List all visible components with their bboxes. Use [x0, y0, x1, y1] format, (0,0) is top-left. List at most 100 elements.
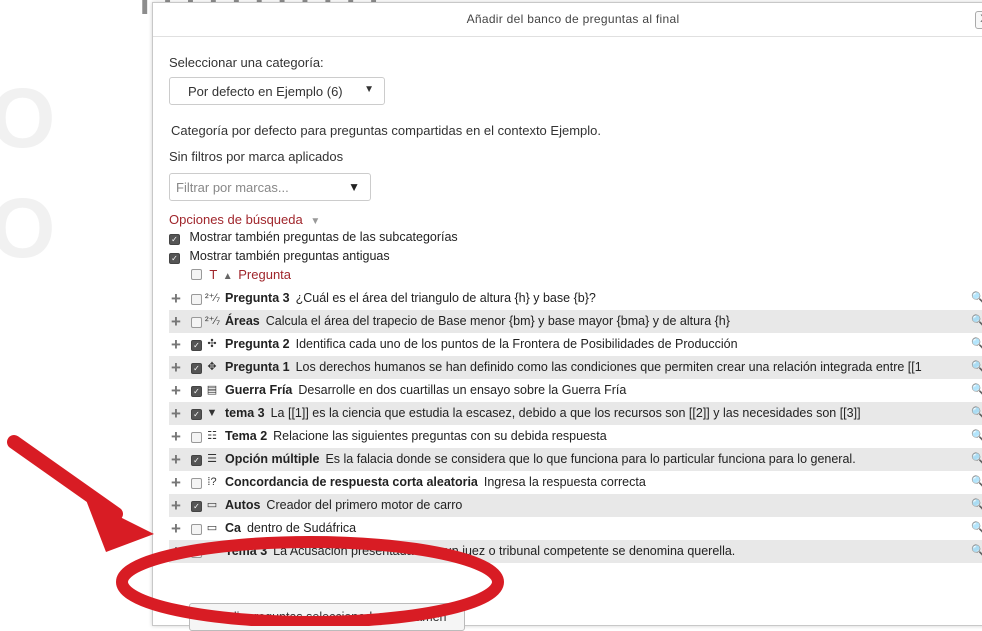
old-questions-option[interactable]: ✓ Mostrar también preguntas antiguas — [169, 249, 390, 264]
add-question-icon[interactable]: + — [171, 402, 181, 425]
question-row[interactable]: + ²⁺⁄₇ Áreas Calcula el área del trapecio d… — [169, 310, 982, 333]
category-label: Seleccionar una categoría: — [169, 55, 324, 70]
dialog-titlebar: Añadir del banco de preguntas al final X — [153, 3, 982, 37]
random-match-icon: ⁞? — [207, 476, 217, 488]
drag-drop-image-icon: ✥ — [207, 361, 217, 373]
question-row[interactable]: + ✓ ▤ Guerra Fría Desarrolle en dos cuartill… — [169, 379, 982, 402]
question-text: Creador del primero motor de carro — [266, 498, 463, 512]
question-title: Ca — [225, 521, 241, 535]
category-select[interactable]: Por defecto en Ejemplo (6) ▼ — [169, 77, 385, 105]
question-title: Pregunta 1 — [225, 360, 290, 374]
preview-magnifier-icon[interactable]: 🔍 — [971, 471, 982, 494]
matching-icon: ☷ — [207, 430, 217, 442]
question-checkbox[interactable]: ✓ — [191, 455, 202, 466]
category-select-value: Por defecto en Ejemplo (6) — [188, 84, 343, 99]
add-question-icon[interactable]: + — [171, 448, 181, 471]
add-question-icon[interactable]: + — [171, 540, 181, 563]
question-checkbox[interactable] — [191, 524, 202, 535]
question-name: tema 3 La [[1]] es la ciencia que estudia… — [225, 402, 861, 425]
tag-filter-select[interactable]: Filtrar por marcas... ▼ — [169, 173, 371, 201]
question-title: tema 3 — [225, 406, 265, 420]
question-checkbox[interactable] — [191, 547, 202, 558]
preview-magnifier-icon[interactable]: 🔍 — [971, 517, 982, 540]
question-list: + ²⁺⁄₇ Pregunta 3 ¿Cuál es el área del tria… — [169, 287, 982, 563]
question-name: Guerra Fría Desarrolle en dos cuartillas … — [225, 379, 626, 402]
preview-magnifier-icon[interactable]: 🔍 — [971, 287, 982, 310]
question-row[interactable]: + ☷ Tema 2 Relacione las siguientes pregunt… — [169, 425, 982, 448]
add-question-icon[interactable]: + — [171, 356, 181, 379]
question-name: Ca dentro de Sudáfrica — [225, 517, 356, 540]
question-name: Concordancia de respuesta corta aleatori… — [225, 471, 646, 494]
question-row[interactable]: + ✓ ▼ tema 3 La [[1]] es la ciencia que estu… — [169, 402, 982, 425]
true-false-icon: •• — [208, 545, 216, 557]
question-row[interactable]: + ✓ ▭ Autos Creador del primero motor de car… — [169, 494, 982, 517]
question-name: Pregunta 1 Los derechos humanos se han de… — [225, 356, 922, 379]
select-all-checkbox[interactable] — [191, 269, 202, 280]
chevron-down-icon: ▼ — [364, 84, 374, 95]
preview-magnifier-icon[interactable]: 🔍 — [971, 333, 982, 356]
add-question-icon[interactable]: + — [171, 310, 181, 333]
question-checkbox[interactable]: ✓ — [191, 386, 202, 397]
add-question-icon[interactable]: + — [171, 494, 181, 517]
search-options-label: Opciones de búsqueda — [169, 212, 303, 227]
essay-icon: ▤ — [206, 384, 218, 396]
search-options-toggle[interactable]: Opciones de búsqueda ▼ — [169, 212, 320, 227]
subcategories-checkbox[interactable]: ✓ — [169, 234, 180, 245]
question-row[interactable]: + •• Tema 3 La Acusación presentada ante un… — [169, 540, 982, 563]
question-name: Tema 3 La Acusación presentada ante un ju… — [225, 540, 735, 563]
table-header: T ▲ Pregunta — [191, 267, 291, 282]
tag-filter-placeholder: Filtrar por marcas... — [176, 180, 289, 195]
question-text: Relacione las siguientes preguntas con s… — [273, 429, 607, 443]
calculated-icon: ²⁺⁄₇ — [205, 292, 221, 304]
add-question-icon[interactable]: + — [171, 517, 181, 540]
question-checkbox[interactable] — [191, 478, 202, 489]
subcategories-label: Mostrar también preguntas de las subcate… — [189, 230, 458, 244]
preview-magnifier-icon[interactable]: 🔍 — [971, 310, 982, 333]
preview-magnifier-icon[interactable]: 🔍 — [971, 402, 982, 425]
add-question-icon[interactable]: + — [171, 333, 181, 356]
question-checkbox[interactable]: ✓ — [191, 363, 202, 374]
question-name: Áreas Calcula el área del trapecio de Bas… — [225, 310, 730, 333]
add-question-icon[interactable]: + — [171, 471, 181, 494]
select-missing-words-icon: ▼ — [206, 407, 218, 419]
old-questions-checkbox[interactable]: ✓ — [169, 253, 180, 264]
dialog-title: Añadir del banco de preguntas al final — [466, 12, 680, 26]
question-text: Desarrolle en dos cuartillas un ensayo s… — [298, 383, 627, 397]
background-watermark-1: O — [0, 71, 60, 165]
preview-magnifier-icon[interactable]: 🔍 — [971, 356, 982, 379]
question-checkbox[interactable] — [191, 294, 202, 305]
question-checkbox[interactable] — [191, 317, 202, 328]
preview-magnifier-icon[interactable]: 🔍 — [971, 540, 982, 563]
add-question-icon[interactable]: + — [171, 425, 181, 448]
add-selected-questions-button[interactable]: Añadir preguntas seleccionadas al examen — [189, 603, 465, 631]
preview-magnifier-icon[interactable]: 🔍 — [971, 494, 982, 517]
question-row[interactable]: + ✓ ☰ Opción múltiple Es la falacia donde se… — [169, 448, 982, 471]
question-checkbox[interactable]: ✓ — [191, 501, 202, 512]
drag-drop-markers-icon: ✣ — [207, 338, 217, 350]
add-question-icon[interactable]: + — [171, 379, 181, 402]
question-checkbox[interactable] — [191, 432, 202, 443]
question-row[interactable]: + ▭ Ca dentro de Sudáfrica 🔍 — [169, 517, 982, 540]
question-row[interactable]: + ✓ ✥ Pregunta 1 Los derechos humanos se han… — [169, 356, 982, 379]
preview-magnifier-icon[interactable]: 🔍 — [971, 448, 982, 471]
subcategories-option[interactable]: ✓ Mostrar también preguntas de las subca… — [169, 230, 458, 245]
question-text: dentro de Sudáfrica — [246, 521, 357, 535]
column-type[interactable]: T — [209, 267, 217, 282]
question-title: Concordancia de respuesta corta aleatori… — [225, 475, 478, 489]
add-question-icon[interactable]: + — [171, 287, 181, 310]
question-text: Calcula el área del trapecio de Base men… — [265, 314, 730, 328]
old-questions-label: Mostrar también preguntas antiguas — [189, 249, 390, 263]
close-button[interactable]: X — [975, 11, 982, 29]
calculated-icon: ²⁺⁄₇ — [205, 315, 221, 327]
question-row[interactable]: + ²⁺⁄₇ Pregunta 3 ¿Cuál es el área del tria… — [169, 287, 982, 310]
question-checkbox[interactable]: ✓ — [191, 340, 202, 351]
preview-magnifier-icon[interactable]: 🔍 — [971, 379, 982, 402]
question-title: Autos — [225, 498, 261, 512]
question-checkbox[interactable]: ✓ — [191, 409, 202, 420]
preview-magnifier-icon[interactable]: 🔍 — [971, 425, 982, 448]
question-row[interactable]: + ⁞? Concordancia de respuesta corta aleat… — [169, 471, 982, 494]
question-name: Pregunta 2 Identifica cada uno de los pun… — [225, 333, 738, 356]
question-row[interactable]: + ✓ ✣ Pregunta 2 Identifica cada uno de los … — [169, 333, 982, 356]
column-question[interactable]: Pregunta — [238, 267, 291, 282]
short-answer-icon: ▭ — [206, 522, 218, 534]
